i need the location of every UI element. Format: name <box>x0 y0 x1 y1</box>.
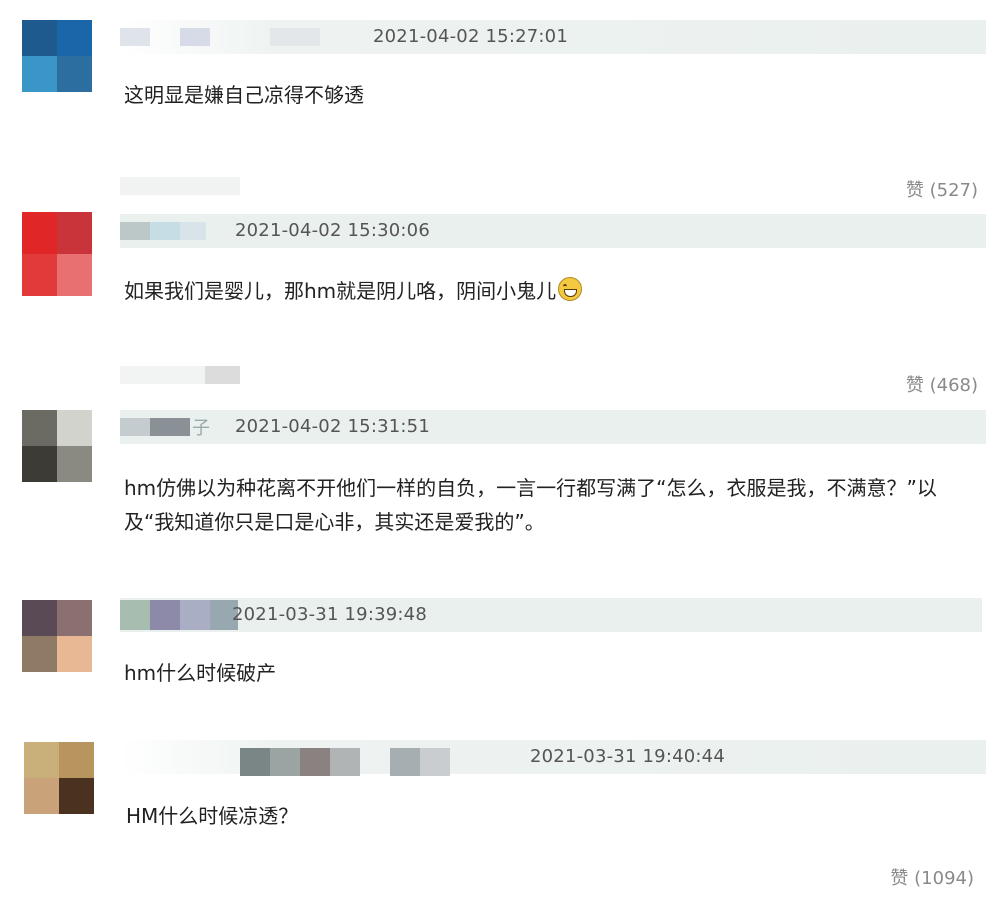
username-blurred <box>300 748 330 776</box>
avatar-cell <box>22 212 57 254</box>
comment-timestamp: 2021-03-31 19:40:44 <box>530 746 725 767</box>
avatar-cell <box>22 410 57 446</box>
username-blurred <box>180 28 210 46</box>
avatar-cell <box>57 254 92 296</box>
username-blurred[interactable] <box>240 748 270 776</box>
avatar-cell <box>57 636 92 672</box>
comment-text: HM什么时候凉透？ <box>126 804 299 828</box>
avatar-cell <box>24 742 59 778</box>
avatar-cell <box>22 254 57 296</box>
avatar-cell <box>22 636 57 672</box>
avatar-cell <box>57 20 92 56</box>
username-blurred[interactable] <box>120 418 150 436</box>
avatar-cell <box>57 56 92 92</box>
avatar-cell <box>59 778 94 814</box>
reply-preview-blurred <box>120 366 205 384</box>
comment-header: 2021-03-31 19:40:44 <box>120 740 986 776</box>
username-blurred[interactable] <box>120 600 150 630</box>
username-visible-char: 子 <box>192 418 210 439</box>
username-blurred <box>330 748 360 776</box>
avatar-cell <box>22 56 57 92</box>
username-blurred <box>390 748 420 776</box>
username-blurred <box>270 748 300 776</box>
comment-timestamp: 2021-04-02 15:30:06 <box>235 220 430 241</box>
like-button[interactable]: 赞 (468) <box>906 371 978 397</box>
avatar-cell <box>57 410 92 446</box>
username-blurred <box>420 748 450 776</box>
avatar-cell <box>57 446 92 482</box>
comment-text: 这明显是嫌自己凉得不够透 <box>124 83 364 107</box>
avatar[interactable] <box>22 20 92 92</box>
comment-header: 子 2021-04-02 15:31:51 <box>120 410 986 444</box>
username-blurred <box>180 600 210 630</box>
username-blurred <box>180 222 206 240</box>
comment-text-content: 如果我们是婴儿，那hm就是阴儿咯，阴间小鬼儿 <box>124 279 557 303</box>
avatar[interactable] <box>22 600 92 672</box>
reply-preview-blurred <box>120 177 240 195</box>
comment-header: 2021-04-02 15:27:01 <box>120 20 986 54</box>
comment-header: 2021-04-02 15:30:06 <box>120 214 986 248</box>
like-button[interactable]: 赞 (527) <box>906 176 978 202</box>
comment-header: 2021-03-31 19:39:48 <box>120 598 982 632</box>
avatar-cell <box>57 600 92 636</box>
like-button[interactable]: 赞 (1094) <box>890 864 974 890</box>
username-blurred <box>150 600 180 630</box>
comment-timestamp: 2021-03-31 19:39:48 <box>232 604 427 625</box>
username-blurred[interactable] <box>120 222 150 240</box>
grinning-sweat-emoji-icon <box>558 277 583 301</box>
reply-preview-blurred <box>205 366 240 384</box>
avatar-cell <box>59 742 94 778</box>
avatar[interactable] <box>22 410 92 482</box>
comment-text: hm仿佛以为种花离不开他们一样的自负，一言一行都写满了“怎么，衣服是我，不满意？… <box>124 476 937 534</box>
avatar-cell <box>57 212 92 254</box>
comment-timestamp: 2021-04-02 15:31:51 <box>235 416 430 437</box>
username-blurred[interactable] <box>120 28 150 46</box>
comment-text: 如果我们是婴儿，那hm就是阴儿咯，阴间小鬼儿 <box>124 274 583 308</box>
username-blurred <box>150 222 180 240</box>
avatar-cell <box>22 446 57 482</box>
avatar[interactable] <box>22 212 92 296</box>
avatar-cell <box>22 20 57 56</box>
avatar-cell <box>22 600 57 636</box>
username-blurred <box>150 418 190 436</box>
avatar-cell <box>24 778 59 814</box>
comment-text: hm什么时候破产 <box>124 661 277 685</box>
comment-timestamp: 2021-04-02 15:27:01 <box>373 26 568 47</box>
username-blurred <box>270 28 320 46</box>
avatar[interactable] <box>24 742 94 814</box>
